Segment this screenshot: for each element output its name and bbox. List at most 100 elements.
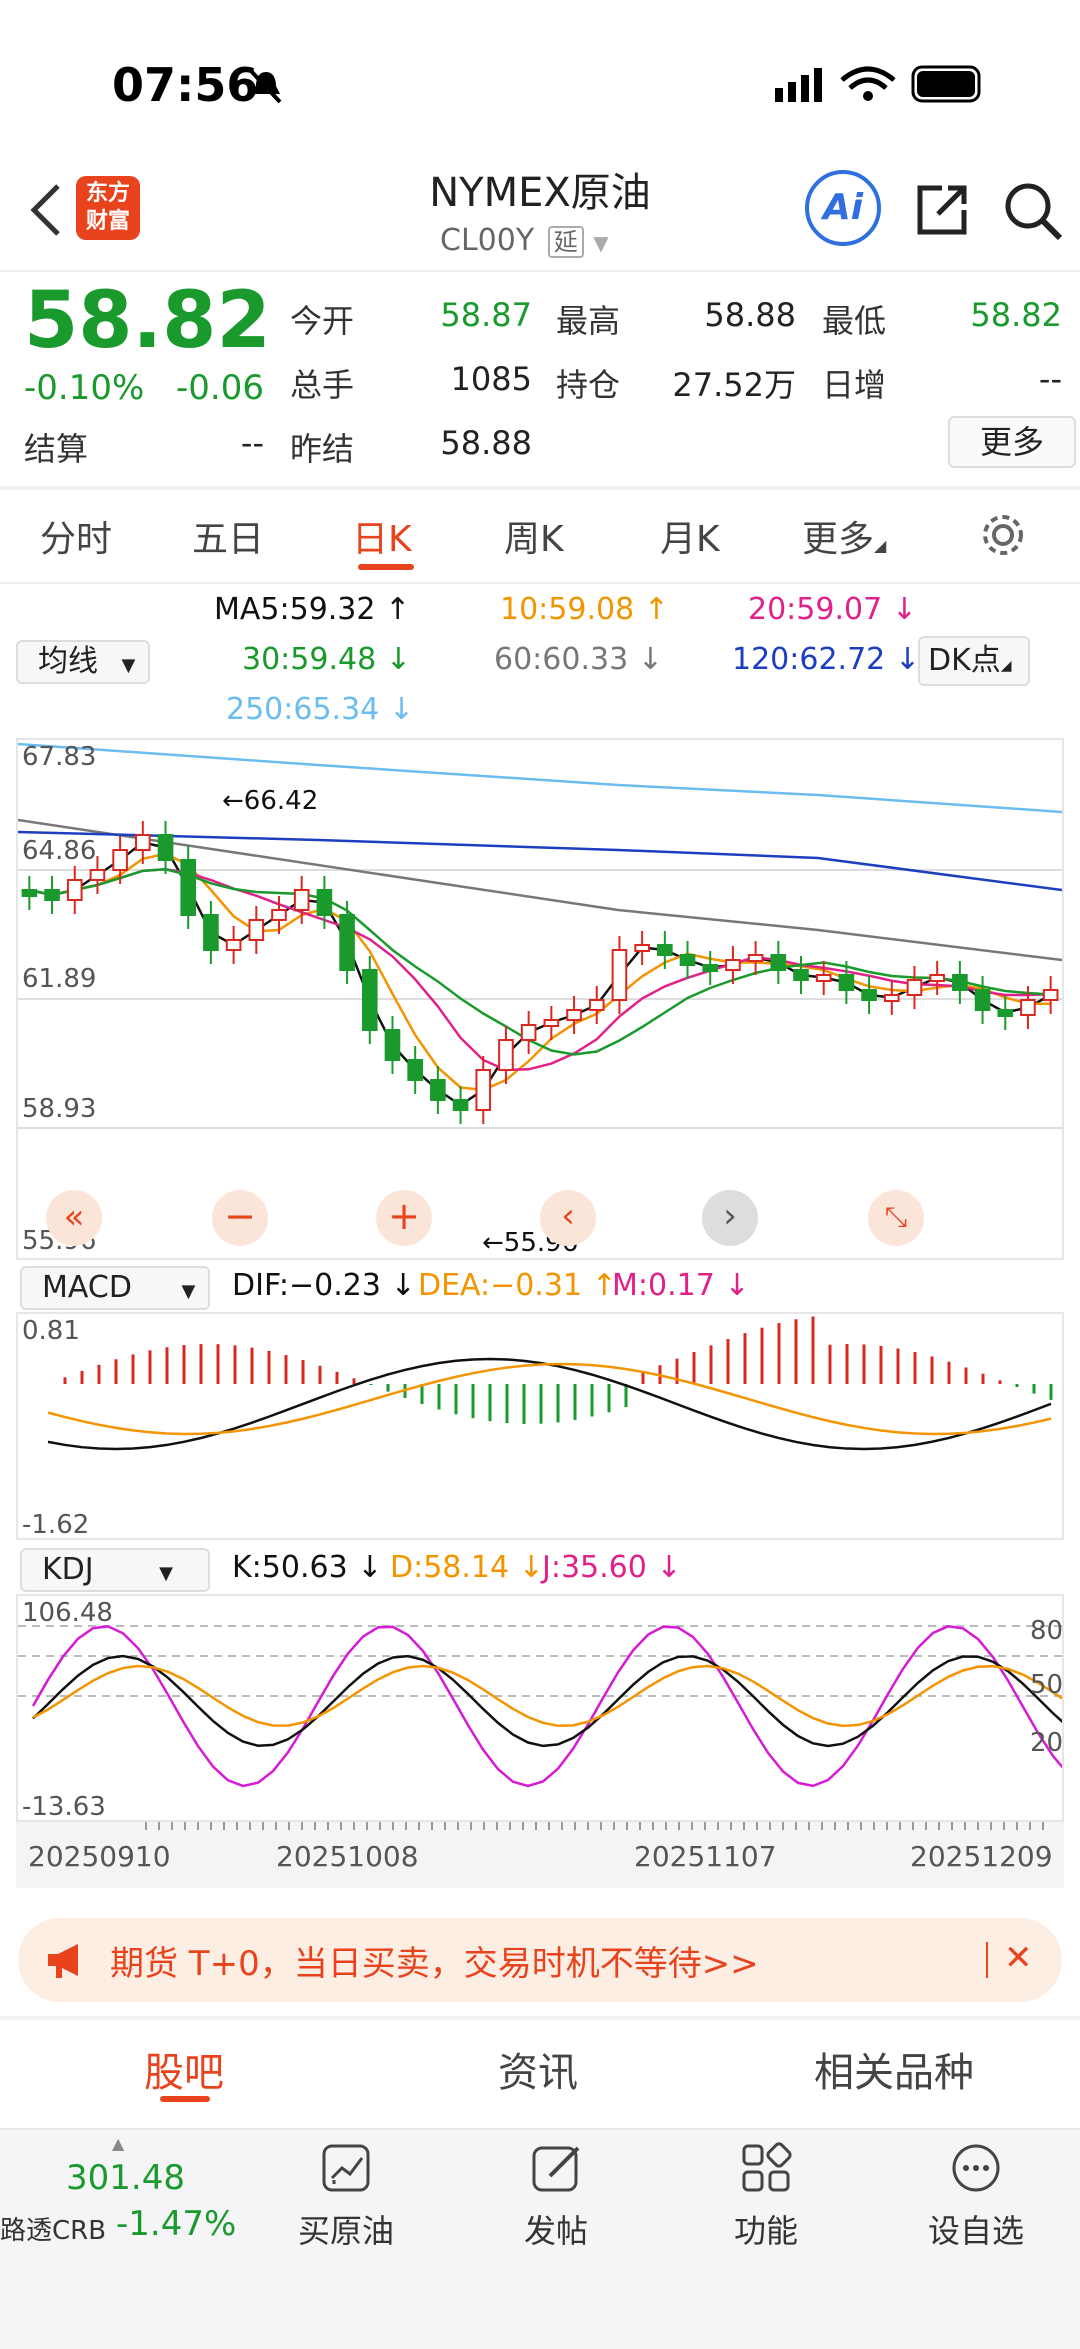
zoom-out-button[interactable]: − [212, 1190, 268, 1246]
x-axis-ticks [145, 1822, 1044, 1830]
y-tick-3: 61.89 [22, 964, 97, 994]
silent-bell-icon [246, 66, 286, 106]
tab-more-label: 更多 [802, 519, 875, 560]
candle [339, 914, 355, 971]
ma-selector[interactable]: 均线 ▼ [16, 640, 150, 684]
candle [725, 959, 741, 971]
ma250-value: 250:65.34 ↓ [226, 692, 414, 727]
crb-change: -1.47% [116, 2204, 237, 2244]
zoom-in-button[interactable]: + [376, 1190, 432, 1246]
macd-selector[interactable]: MACD ▼ [20, 1266, 210, 1310]
scroll-start-button[interactable]: « [46, 1190, 102, 1246]
high-label: 最高 [556, 302, 621, 340]
ma10-text: 10:59.08 [500, 592, 635, 627]
kdj-selector[interactable]: KDJ ▼ [20, 1548, 210, 1592]
kdj-plot [18, 1625, 1069, 1788]
volume-value: 1085 [450, 360, 532, 398]
plus-icon: + [388, 1194, 420, 1238]
kline-chart[interactable] [16, 738, 1064, 1260]
candle [157, 834, 174, 861]
divider [0, 2016, 1080, 2020]
candle [361, 969, 378, 1031]
logo-text-1: 东方 [85, 181, 130, 206]
back-button[interactable] [22, 180, 70, 240]
settle-label: 结算 [24, 430, 89, 468]
tab-forum[interactable]: 股吧 [144, 2040, 224, 2098]
tab-five-day[interactable]: 五日 [192, 510, 264, 562]
candle [180, 859, 197, 916]
tab-monthly-k[interactable]: 月K [660, 510, 720, 562]
high-value: 58.88 [704, 296, 796, 334]
candle [588, 999, 605, 1011]
caret-down-icon: ▼ [181, 1281, 196, 1302]
tab-daily-k[interactable]: 日K [352, 510, 412, 562]
candle [702, 964, 719, 972]
divider [0, 270, 1080, 272]
candle [770, 954, 787, 971]
candle [430, 1079, 446, 1101]
tab-more[interactable]: 更多◢ [802, 510, 886, 562]
signal-wifi-battery-icon [775, 65, 981, 103]
macd-m-text: M:0.17 [612, 1268, 715, 1303]
active-tab-indicator [358, 564, 414, 570]
dk-point-toggle[interactable]: DK点◢ [918, 636, 1030, 686]
functions-icon [738, 2140, 794, 2196]
ma250-arrow: ↓ [388, 692, 414, 727]
tab-news[interactable]: 资讯 [498, 2040, 578, 2098]
candle [293, 889, 310, 911]
ma10-arrow: ↑ [643, 592, 669, 627]
ma60-value: 60:60.33 ↓ [494, 642, 663, 677]
change-percent: -0.10% [24, 368, 145, 408]
kdj-y-top: 106.48 [22, 1598, 113, 1628]
candle [21, 889, 38, 897]
macd-chart[interactable] [16, 1312, 1064, 1540]
high-marker: ←66.42 [222, 786, 319, 816]
functions-button[interactable]: 功能 [696, 2206, 836, 2252]
tab-intraday[interactable]: 分时 [40, 510, 112, 562]
candle [316, 889, 333, 916]
tab-related[interactable]: 相关品种 [814, 2040, 974, 2098]
buy-oil-icon [318, 2140, 374, 2196]
candle [906, 979, 923, 996]
post-button[interactable]: 发帖 [486, 2206, 626, 2252]
kdj-selector-label: KDJ [42, 1552, 94, 1587]
settings-button[interactable] [978, 510, 1028, 560]
more-quote-button[interactable]: 更多 [948, 416, 1076, 468]
tab-weekly-k[interactable]: 周K [504, 510, 564, 562]
ma120-text: 120:62.72 [732, 642, 886, 677]
ma60-line [17, 818, 1063, 962]
kdj-k-arrow: ↓ [357, 1550, 383, 1585]
candle [44, 889, 60, 901]
close-banner-button[interactable]: ✕ [1004, 1938, 1033, 1978]
scroll-left-button[interactable]: ‹ [540, 1190, 596, 1246]
add-watchlist-button[interactable]: 设自选 [906, 2206, 1046, 2252]
expand-icon: ⤡ [884, 1200, 908, 1233]
ma20-text: 20:59.07 [748, 592, 883, 627]
candle [248, 919, 265, 941]
candle [203, 914, 219, 951]
candle [793, 969, 809, 981]
dif-line [47, 1357, 1052, 1451]
prev-settle-label: 昨结 [290, 430, 355, 468]
open-interest-label: 持仓 [556, 366, 621, 404]
open-value: 58.87 [440, 296, 532, 334]
symbol-code-dropdown[interactable]: CL00Y 延 ▼ [440, 222, 609, 258]
ai-button[interactable]: Ai [805, 170, 881, 246]
x-tick-3: 20251107 [634, 1840, 777, 1873]
y-tick-4: 58.93 [22, 1094, 97, 1124]
search-button[interactable] [1000, 178, 1064, 242]
candle [112, 849, 128, 871]
caret-down-icon: ▼ [159, 1563, 174, 1584]
crb-value[interactable]: 301.48 [66, 2158, 185, 2198]
y-tick-top: 67.83 [22, 742, 97, 772]
ma-selector-label: 均线 [38, 644, 98, 679]
buy-oil-button[interactable]: 买原油 [276, 2206, 416, 2252]
page-title: NYMEX原油 [429, 170, 651, 216]
ma60-text: 60:60.33 [494, 642, 629, 677]
kdj-d-value: D:58.14 ↓ [390, 1550, 544, 1585]
macd-m-arrow: ↓ [724, 1268, 750, 1303]
kdj-chart[interactable] [16, 1594, 1069, 1822]
share-button[interactable] [912, 180, 972, 240]
fullscreen-button[interactable]: ⤡ [868, 1190, 924, 1246]
scroll-right-button[interactable]: › [702, 1190, 758, 1246]
